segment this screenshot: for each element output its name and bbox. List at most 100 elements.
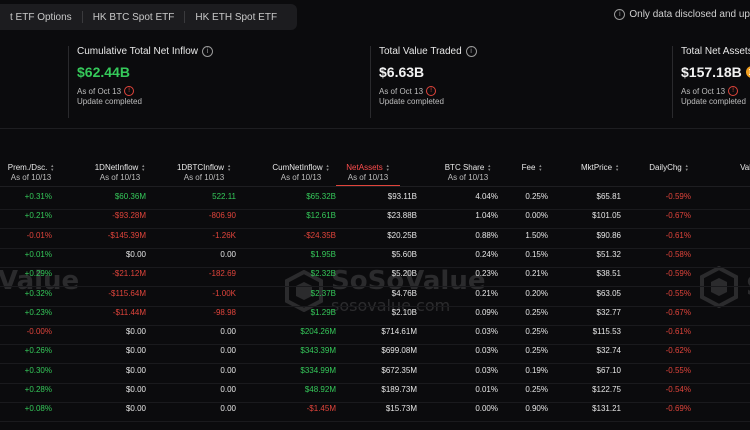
cell-cum-net-inflow: $2.37B bbox=[310, 288, 336, 298]
cell-1d-net-inflow: $0.00 bbox=[125, 404, 146, 414]
column-header-net-assets[interactable]: NetAssets ▲ ▼ As of 10/13 bbox=[336, 163, 400, 182]
column-header-1d-net-inflow[interactable]: 1DNetInflow ▲ ▼ As of 10/13 bbox=[88, 163, 152, 182]
sort-icon[interactable]: ▲ ▼ bbox=[615, 163, 619, 172]
cell-mkt-price: $65.81 bbox=[596, 192, 621, 201]
cell-fee: 0.21% bbox=[525, 269, 548, 279]
cell-daily-chg: -0.69% bbox=[665, 404, 691, 414]
cell-net-assets: $20.25B bbox=[387, 230, 417, 240]
sort-icon[interactable]: ▲ ▼ bbox=[50, 163, 54, 172]
sort-icon[interactable]: ▲ ▼ bbox=[538, 163, 542, 172]
cell-mkt-price: $90.86 bbox=[596, 230, 621, 240]
column-header-title: CumNetInflow bbox=[272, 163, 323, 172]
tab-hk-eth-spot-etf[interactable]: HK ETH Spot ETF bbox=[185, 12, 287, 23]
cell-mkt-price: $115.53 bbox=[592, 327, 621, 337]
cell-cum-net-inflow: $1.95B bbox=[310, 249, 336, 259]
divider bbox=[0, 128, 750, 129]
column-header-value[interactable]: Value bbox=[720, 163, 750, 172]
cell-cum-net-inflow: $343.39M bbox=[300, 346, 336, 356]
column-header-title: NetAssets bbox=[346, 163, 383, 172]
sort-icon[interactable]: ▲ ▼ bbox=[487, 163, 491, 172]
cell-fee: 0.90% bbox=[525, 404, 548, 414]
sort-icon[interactable]: ▲ ▼ bbox=[227, 163, 231, 172]
cell-daily-chg: -0.59% bbox=[665, 192, 691, 201]
info-icon[interactable]: i bbox=[614, 9, 626, 20]
cell-fee: 0.20% bbox=[525, 288, 548, 298]
column-header-title: DailyChg bbox=[649, 163, 682, 172]
table-row[interactable]: +0.08% $0.00 0.00 -$1.45M $15.73M 0.00% 0.90% $… bbox=[0, 399, 750, 423]
cell-mkt-price: $67.10 bbox=[596, 365, 621, 375]
cell-btc-share: 0.09% bbox=[475, 307, 498, 317]
cell-mkt-price: $38.51 bbox=[596, 269, 621, 279]
stat-value: $62.44B bbox=[77, 64, 130, 80]
cell-1d-net-inflow: $60.36M bbox=[114, 192, 146, 201]
stat-as-of: As of Oct 13 bbox=[681, 86, 726, 96]
stat-label: Total Value Traded bbox=[379, 46, 462, 57]
cell-daily-chg: -0.62% bbox=[665, 346, 691, 356]
cell-prem-dsc: +0.32% bbox=[24, 288, 52, 298]
cell-prem-dsc: +0.30% bbox=[24, 365, 52, 375]
column-header-title: 1DBTCInflow bbox=[176, 163, 225, 172]
column-header-daily-chg[interactable]: DailyChg ▲ ▼ bbox=[640, 163, 698, 172]
cell-mkt-price: $32.77 bbox=[596, 307, 621, 317]
sort-icon[interactable]: ▲ ▼ bbox=[326, 163, 330, 172]
cell-1d-btc-inflow: -1.00K bbox=[212, 288, 236, 298]
cell-cum-net-inflow: -$1.45M bbox=[306, 404, 336, 414]
cell-btc-share: 0.23% bbox=[475, 269, 498, 279]
cell-fee: 0.25% bbox=[525, 307, 548, 317]
cell-1d-net-inflow: $0.00 bbox=[125, 327, 146, 337]
cell-btc-share: 4.04% bbox=[475, 192, 498, 201]
cell-prem-dsc: -0.01% bbox=[26, 230, 52, 240]
cell-btc-share: 1.04% bbox=[475, 211, 498, 221]
cell-1d-btc-inflow: 0.00 bbox=[220, 346, 236, 356]
column-header-title: 1DNetInflow bbox=[94, 163, 139, 172]
cell-1d-net-inflow: $0.00 bbox=[125, 249, 146, 259]
alert-icon[interactable]: ! bbox=[426, 86, 437, 96]
info-icon[interactable]: i bbox=[201, 46, 213, 57]
cell-cum-net-inflow: $1.29B bbox=[310, 307, 336, 317]
cell-prem-dsc: +0.26% bbox=[24, 346, 52, 356]
info-icon[interactable]: i bbox=[465, 46, 477, 57]
cell-prem-dsc: +0.01% bbox=[24, 249, 52, 259]
column-header-btc-share[interactable]: BTC Share ▲ ▼ As of 10/13 bbox=[436, 163, 500, 182]
stat-card-cumulative-net-inflow: Cumulative Total Net Inflow i $62.44B As… bbox=[68, 46, 213, 118]
cell-1d-net-inflow: -$145.39M bbox=[107, 230, 146, 240]
column-header-fee[interactable]: Fee ▲ ▼ bbox=[510, 163, 554, 172]
cell-1d-net-inflow: -$115.64M bbox=[108, 288, 146, 298]
column-header-cum-net-inflow[interactable]: CumNetInflow ▲ ▼ As of 10/13 bbox=[262, 163, 340, 182]
cell-btc-share: 0.03% bbox=[475, 346, 498, 356]
cell-prem-dsc: +0.29% bbox=[24, 269, 52, 279]
cell-1d-btc-inflow: 522.11 bbox=[212, 192, 236, 201]
cell-fee: 0.25% bbox=[525, 192, 548, 201]
sort-icon[interactable]: ▲ ▼ bbox=[685, 163, 689, 172]
stat-update-status: Update completed bbox=[681, 97, 746, 106]
cell-prem-dsc: -0.00% bbox=[26, 327, 52, 337]
alert-icon[interactable]: ! bbox=[728, 86, 739, 96]
etf-tab-bar: t ETF Options HK BTC Spot ETF HK ETH Spo… bbox=[0, 4, 298, 30]
cell-prem-dsc: +0.28% bbox=[24, 385, 52, 394]
cell-fee: 1.50% bbox=[525, 230, 548, 240]
cell-1d-net-inflow: -$21.12M bbox=[112, 269, 146, 279]
sort-icon[interactable]: ▲ ▼ bbox=[141, 163, 145, 172]
column-header-prem-dsc[interactable]: Prem./Dsc. ▲ ▼ As of 10/13 bbox=[0, 163, 62, 182]
cell-mkt-price: $51.32 bbox=[596, 249, 621, 259]
tab-hk-btc-spot-etf[interactable]: HK BTC Spot ETF bbox=[83, 12, 185, 23]
cell-1d-btc-inflow: -98.98 bbox=[213, 307, 236, 317]
cell-1d-net-inflow: $0.00 bbox=[125, 346, 146, 356]
cell-mkt-price: $131.21 bbox=[592, 404, 621, 414]
alert-icon[interactable]: ! bbox=[124, 86, 135, 96]
stat-label: Total Net Assets bbox=[681, 46, 750, 57]
cell-mkt-price: $32.74 bbox=[596, 346, 621, 356]
column-header-subtitle: As of 10/13 bbox=[280, 173, 322, 182]
cell-daily-chg: -0.58% bbox=[665, 249, 691, 259]
column-header-title: Value bbox=[740, 163, 750, 172]
tab-etf-options[interactable]: t ETF Options bbox=[0, 12, 82, 23]
cell-net-assets: $5.60B bbox=[391, 249, 417, 259]
cell-cum-net-inflow: $204.26M bbox=[300, 327, 336, 337]
column-header-1d-btc-inflow[interactable]: 1DBTCInflow ▲ ▼ As of 10/13 bbox=[168, 163, 240, 182]
cell-cum-net-inflow: $12.61B bbox=[306, 211, 336, 221]
cell-fee: 0.25% bbox=[525, 346, 548, 356]
cell-cum-net-inflow: -$24.35B bbox=[303, 230, 336, 240]
column-header-mkt-price[interactable]: MktPrice ▲ ▼ bbox=[570, 163, 630, 172]
sort-icon[interactable]: ▲ ▼ bbox=[386, 163, 390, 172]
cell-btc-share: 0.01% bbox=[475, 385, 498, 394]
